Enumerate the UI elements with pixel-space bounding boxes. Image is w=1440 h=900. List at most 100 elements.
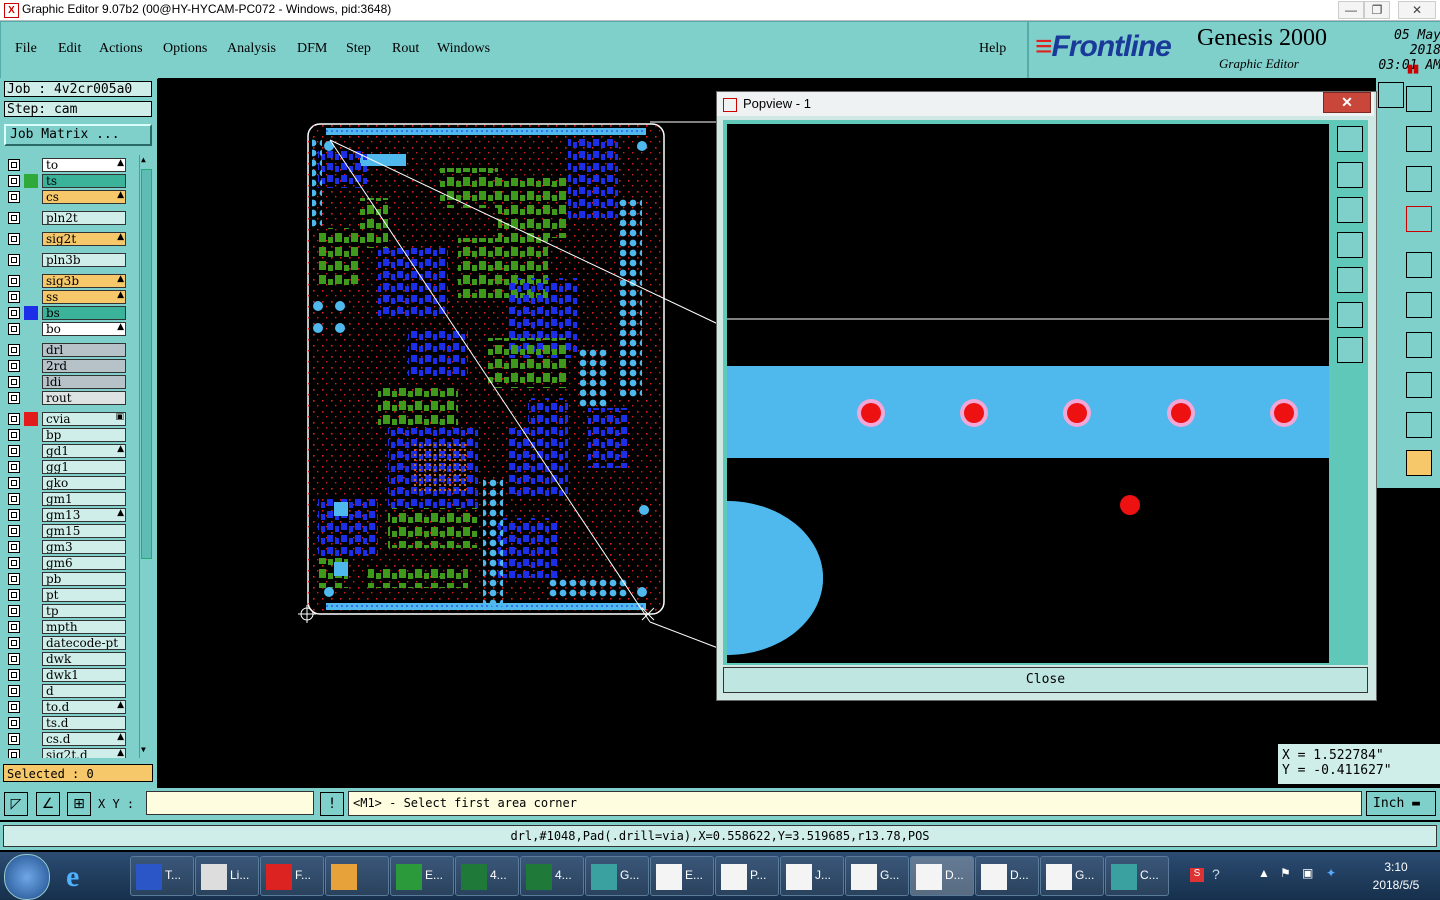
taskbar-button[interactable]: G... [845,856,909,896]
close-window-button[interactable]: ✕ [1398,1,1436,19]
menu-help[interactable]: Help [979,41,1006,57]
layer-row[interactable]: gd1 ▲ [4,443,138,459]
layer-name[interactable]: gm6 [42,556,126,570]
taskbar-clock[interactable]: 3:10 2018/5/5 [1356,858,1436,894]
layer-checkbox[interactable] [8,749,20,758]
layer-row[interactable]: to.d ▲ [4,699,138,715]
layer-checkbox[interactable] [8,291,20,303]
menu-edit[interactable]: Edit [58,41,81,57]
layer-name[interactable]: 2rd [42,359,126,373]
layer-name[interactable]: to.d [42,700,126,714]
menu-windows[interactable]: Windows [437,41,490,57]
layer-name[interactable]: d [42,684,126,698]
pan-up-icon[interactable] [1337,162,1363,188]
layer-checkbox[interactable] [8,191,20,203]
zoom-in-icon[interactable] [1337,302,1363,328]
layer-row[interactable]: 2rd [4,358,138,374]
layer-row[interactable]: pln3b [4,252,138,268]
layer-checkbox[interactable] [8,307,20,319]
menu-dfm[interactable]: DFM [297,41,327,57]
layer-checkbox[interactable] [8,637,20,649]
layer-name[interactable]: pb [42,572,126,586]
layer-checkbox[interactable] [8,323,20,335]
layer-row[interactable]: gm1 [4,491,138,507]
ie-icon[interactable]: e [66,860,106,894]
taskbar-button[interactable]: Li... [195,856,259,896]
layer-name[interactable]: gm1 [42,492,126,506]
layer-checkbox[interactable] [8,445,20,457]
layer-row[interactable]: ts.d [4,715,138,731]
layer-row[interactable]: bs [4,305,138,321]
shapes-icon[interactable] [1406,372,1432,398]
layer-row[interactable]: gm15 [4,523,138,539]
pan-left-icon[interactable] [1337,232,1363,258]
menu-step[interactable]: Step [346,41,371,57]
select-pointer-icon[interactable] [1406,450,1432,476]
layer-row[interactable]: cs ▲ [4,189,138,205]
layer-row[interactable]: ts [4,173,138,189]
layer-row[interactable]: cs.d ▲ [4,731,138,747]
layer-row[interactable]: datecode-pt [4,635,138,651]
pan-right-icon[interactable] [1337,267,1363,293]
layer-row[interactable]: rout [4,390,138,406]
taskbar-button[interactable]: 4... [455,856,519,896]
layer-name[interactable]: to [42,158,126,172]
layer-checkbox[interactable] [8,669,20,681]
layer-name[interactable]: sig2t [42,232,126,246]
layer-toggle-icon[interactable] [1406,206,1432,232]
help-query-icon[interactable] [1406,166,1432,192]
layer-name[interactable]: dwk1 [42,668,126,682]
layer-checkbox[interactable] [8,525,20,537]
layer-name[interactable]: datecode-pt [42,636,126,650]
grid-icon[interactable]: ⊞ [67,792,91,816]
layer-checkbox[interactable] [8,175,20,187]
layer-name[interactable]: bp [42,428,126,442]
taskbar-button[interactable]: T... [130,856,194,896]
layer-checkbox[interactable] [8,212,20,224]
scroll-down-icon[interactable]: ▼ [141,745,146,754]
layer-checkbox[interactable] [8,621,20,633]
layer-name[interactable]: gd1 [42,444,126,458]
menu-analysis[interactable]: Analysis [227,41,276,57]
menu-options[interactable]: Options [163,41,207,57]
layer-name[interactable]: gko [42,476,126,490]
taskbar-button[interactable]: C... [1105,856,1169,896]
layer-checkbox[interactable] [8,429,20,441]
layer-row[interactable]: dwk [4,651,138,667]
layer-name[interactable]: drl [42,343,126,357]
menu-actions[interactable]: Actions [99,41,143,57]
layer-checkbox[interactable] [8,653,20,665]
menu-file[interactable]: File [15,41,37,57]
panel-toggle-icon[interactable] [1406,86,1432,112]
bluetooth-icon[interactable]: ✦ [1326,866,1336,880]
taskbar-button[interactable]: J... [780,856,844,896]
layer-row[interactable]: ss ▲ [4,289,138,305]
layer-checkbox[interactable] [8,159,20,171]
tray-help-icon[interactable]: ? [1212,866,1220,882]
layer-checkbox[interactable] [8,557,20,569]
ime-icon[interactable]: S [1190,868,1204,882]
layer-checkbox[interactable] [8,701,20,713]
layer-name[interactable]: gm15 [42,524,126,538]
taskbar-button[interactable]: D... [910,856,974,896]
start-button[interactable] [4,854,50,900]
layer-row[interactable]: gm3 [4,539,138,555]
layer-name[interactable]: cs.d [42,732,126,746]
layer-name[interactable]: rout [42,391,126,405]
taskbar-button[interactable]: G... [1040,856,1104,896]
layer-checkbox[interactable] [8,344,20,356]
layer-checkbox[interactable] [8,275,20,287]
popview-titlebar[interactable]: Popview - 1 [717,92,1374,116]
layer-row[interactable]: cvia ▣ [4,411,138,427]
layer-checkbox[interactable] [8,254,20,266]
scroll-up-icon[interactable]: ▲ [141,155,146,164]
layer-name[interactable]: pln2t [42,211,126,225]
measure-icon[interactable]: ◸ [4,792,28,816]
layer-checkbox[interactable] [8,509,20,521]
layer-row[interactable]: gko [4,475,138,491]
layer-name[interactable]: cs [42,190,126,204]
layer-name[interactable]: sig3b [42,274,126,288]
layer-checkbox[interactable] [8,461,20,473]
layer-row[interactable]: pt [4,587,138,603]
popview-close-button[interactable]: Close [723,667,1368,693]
